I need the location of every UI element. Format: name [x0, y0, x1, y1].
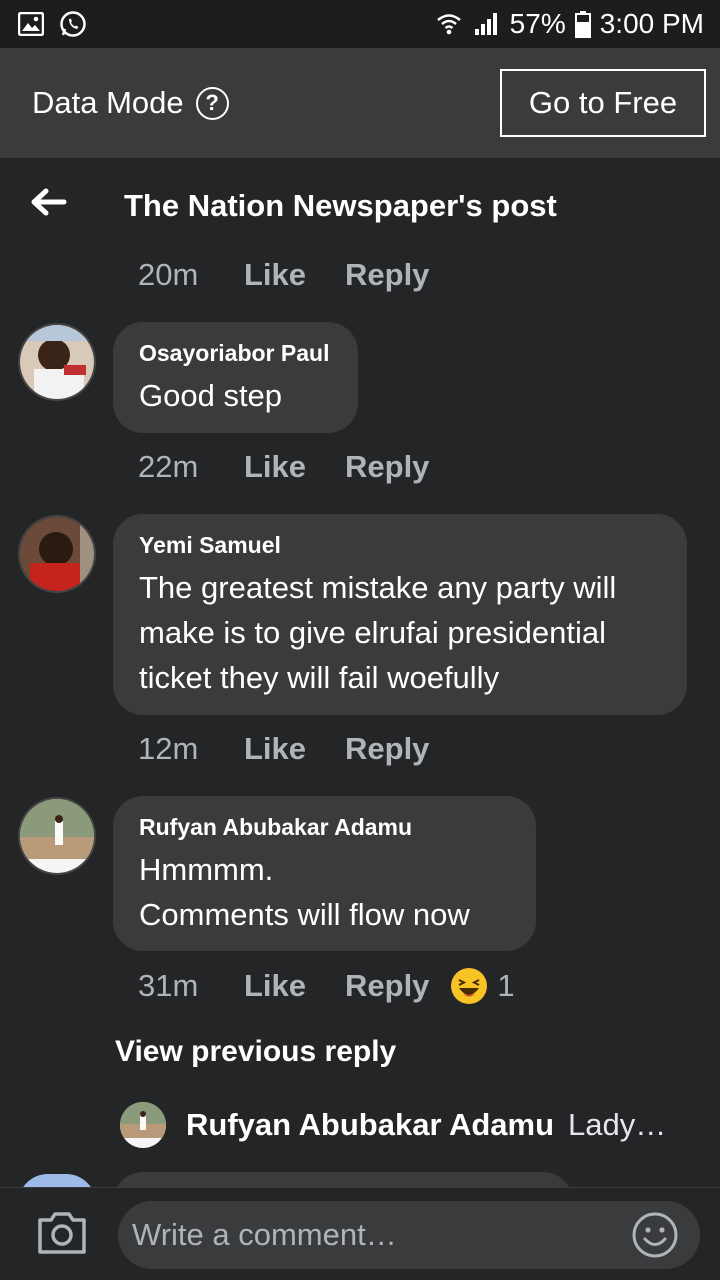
- like-button[interactable]: Like: [244, 731, 345, 767]
- comment-actions: 31m Like Reply 1: [138, 968, 515, 1004]
- haha-reaction-icon: [451, 968, 488, 1004]
- comment-text-line: make is to give elrufai presidential: [139, 615, 606, 650]
- reply-button[interactable]: Reply: [345, 257, 429, 293]
- reaction-summary[interactable]: 1: [451, 968, 515, 1004]
- battery-icon: [574, 9, 592, 39]
- comment-author[interactable]: Yemi Samuel: [139, 532, 661, 559]
- view-previous-reply-link[interactable]: View previous reply: [115, 1035, 396, 1069]
- comment-author[interactable]: Osayoriabor Paul: [139, 340, 332, 367]
- whatsapp-icon: [58, 9, 88, 39]
- avatar[interactable]: [18, 797, 96, 875]
- like-button[interactable]: Like: [244, 449, 345, 485]
- go-to-free-button[interactable]: Go to Free: [500, 69, 706, 137]
- avatar[interactable]: [18, 323, 96, 401]
- comment-bubble: Yemi Samuel The greatest mistake any par…: [113, 514, 687, 715]
- page-title: The Nation Newspaper's post: [124, 188, 557, 223]
- comment-input[interactable]: Write a comment…: [118, 1201, 700, 1269]
- help-icon[interactable]: ?: [195, 86, 229, 120]
- emoji-icon[interactable]: [630, 1210, 680, 1260]
- signal-icon: [472, 9, 502, 39]
- reply-button[interactable]: Reply: [345, 731, 429, 767]
- comment-text: Good step: [139, 378, 283, 413]
- camera-icon[interactable]: [36, 1210, 88, 1256]
- comment-time: 12m: [138, 731, 199, 766]
- comment-author[interactable]: Rufyan Abubakar Adamu: [139, 814, 510, 841]
- comment-time: 31m: [138, 968, 199, 1003]
- like-button[interactable]: Like: [244, 968, 345, 1004]
- reply-button[interactable]: Reply: [345, 968, 429, 1004]
- reaction-count: 1: [497, 968, 515, 1003]
- comment-bubble: Rufyan Abubakar Adamu Hmmmm. Comments wi…: [113, 796, 536, 951]
- data-mode-label: Data Mode: [32, 85, 184, 120]
- battery-percent: 57%: [509, 8, 566, 39]
- comment-time: 20m: [138, 257, 199, 292]
- comment-time: 22m: [138, 449, 199, 484]
- status-bar: 57% 3:00 PM: [0, 0, 720, 48]
- reply-text: Lady…: [568, 1107, 667, 1142]
- avatar[interactable]: [18, 515, 96, 593]
- comment-text-line: The greatest mistake any party will: [139, 570, 617, 605]
- clock: 3:00 PM: [599, 8, 704, 39]
- like-button[interactable]: Like: [244, 257, 345, 293]
- avatar[interactable]: [120, 1102, 166, 1148]
- comment-bubble: Osayoriabor Paul Good step: [113, 322, 358, 433]
- comment-text-line: Hmmmm.: [139, 852, 274, 887]
- comment-actions: 20m Like Reply: [138, 257, 429, 293]
- wifi-icon: [434, 9, 464, 39]
- comment-actions: 22m Like Reply: [138, 449, 429, 485]
- back-arrow-icon[interactable]: [28, 182, 68, 222]
- sub-reply-row[interactable]: Rufyan Abubakar Adamu Lady…: [120, 1102, 666, 1148]
- comment-actions: 12m Like Reply: [138, 731, 429, 767]
- comment-text-line: Comments will flow now: [139, 897, 470, 932]
- data-mode-bar: Data Mode ? Go to Free: [0, 48, 720, 158]
- post-header: The Nation Newspaper's post: [0, 168, 720, 248]
- comment-composer: Write a comment…: [0, 1187, 720, 1280]
- reply-button[interactable]: Reply: [345, 449, 429, 485]
- gallery-icon: [16, 9, 46, 39]
- reply-author[interactable]: Rufyan Abubakar Adamu: [186, 1107, 554, 1143]
- comment-text-line: ticket they will fail woefully: [139, 660, 500, 695]
